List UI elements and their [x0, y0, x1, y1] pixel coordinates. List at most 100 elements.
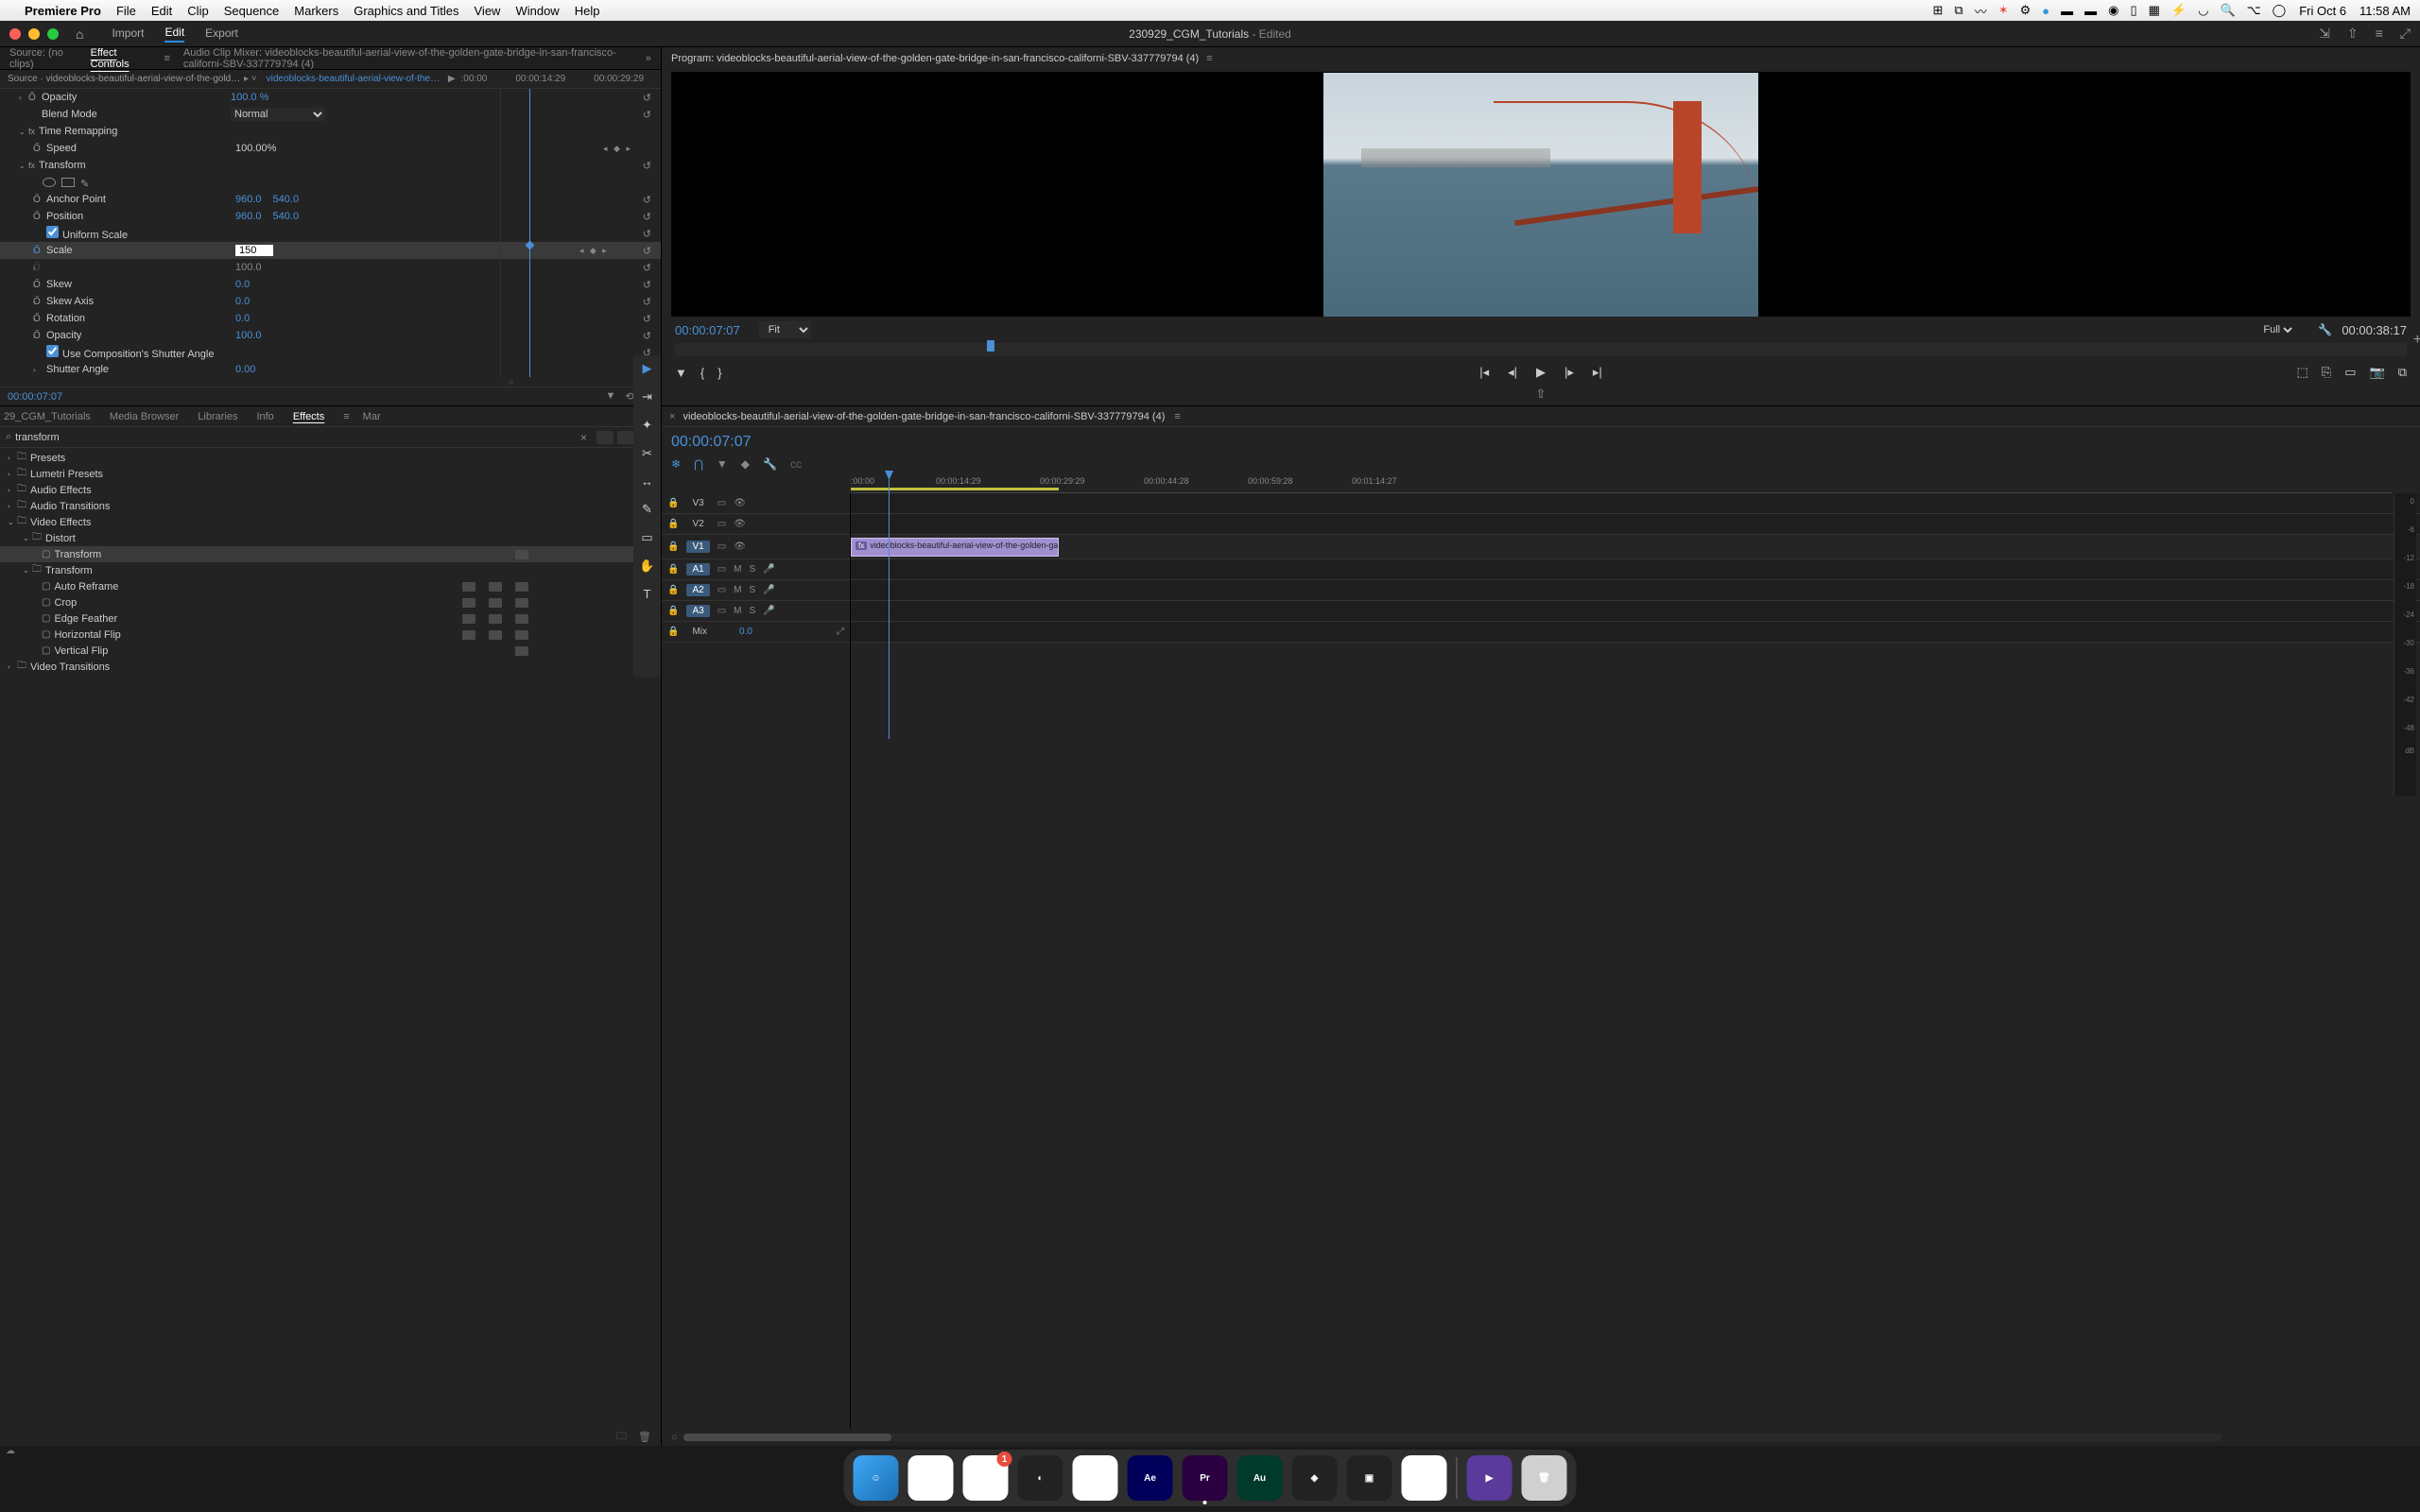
lock-icon[interactable]: 🔒 — [667, 585, 679, 595]
tab-libraries[interactable]: Libraries — [198, 411, 237, 422]
tree-distort[interactable]: Distort — [45, 533, 76, 544]
blend-mode-select[interactable]: Normal — [231, 108, 325, 121]
dock-slack[interactable]: ✳1 — [963, 1455, 1009, 1501]
voice-icon[interactable]: 🎤 — [763, 606, 774, 616]
menu-help[interactable]: Help — [575, 4, 600, 18]
share-icon[interactable]: ⇧ — [2347, 26, 2359, 42]
lift-icon[interactable]: ⬚ — [2297, 365, 2308, 380]
go-to-out-icon[interactable]: ▸| — [1593, 365, 1602, 380]
solo-icon[interactable]: S — [749, 564, 755, 575]
timeline-timecode[interactable]: 00:00:07:07 — [671, 434, 752, 451]
lock-icon[interactable]: 🔒 — [667, 541, 679, 552]
lock-icon[interactable]: 🔒 — [667, 498, 679, 508]
dock-premiere[interactable]: Pr — [1183, 1455, 1228, 1501]
tree-presets[interactable]: Presets — [30, 453, 65, 464]
resolution-select[interactable]: Full — [2259, 323, 2295, 336]
zoom-fit-select[interactable]: Fit — [759, 321, 811, 338]
skew-value[interactable]: 0.0 — [235, 279, 250, 290]
track-lane-v3[interactable] — [851, 493, 2420, 514]
expand-icon[interactable]: ⤢ — [837, 627, 844, 637]
fullscreen-icon[interactable]: ⤢ — [2400, 26, 2411, 42]
status-icon[interactable]: ▦ — [2149, 3, 2160, 18]
overflow-icon[interactable]: » — [646, 53, 651, 64]
timeline-playhead[interactable] — [889, 474, 890, 739]
lock-icon[interactable]: 🔒 — [667, 627, 679, 637]
track-lane-v2[interactable] — [851, 514, 2420, 535]
panel-menu-icon[interactable]: ≡ — [343, 411, 349, 422]
rotation-label[interactable]: Rotation — [46, 313, 235, 324]
extract-icon[interactable]: ⎘ — [2322, 365, 2331, 380]
tab-effect-controls[interactable]: Effect Controls — [91, 47, 145, 70]
position-x[interactable]: 960.0 — [235, 211, 262, 222]
razor-tool-icon[interactable]: ✂ — [642, 446, 652, 461]
ellipse-mask-icon[interactable] — [43, 178, 56, 187]
video-clip[interactable]: fxvideoblocks-beautiful-aerial-view-of-t… — [851, 538, 1059, 557]
settings-icon[interactable]: 🔧 — [2318, 323, 2332, 336]
status-icon[interactable]: ⚙ — [2020, 3, 2031, 18]
tab-source[interactable]: Source: (no clips) — [9, 47, 74, 70]
panel-menu-icon[interactable]: ≡ — [164, 53, 169, 64]
tab-effects[interactable]: Effects — [293, 411, 324, 422]
workspace-icon[interactable]: ≡ — [2376, 26, 2383, 42]
effect-auto-reframe[interactable]: Auto Reframe — [54, 581, 118, 593]
clear-search-icon[interactable]: × — [580, 431, 587, 444]
skew-axis-value[interactable]: 0.0 — [235, 296, 250, 307]
dock-chrome[interactable]: ◉ — [908, 1455, 954, 1501]
track-lane-a2[interactable] — [851, 580, 2420, 601]
track-lane-a3[interactable] — [851, 601, 2420, 622]
tab-project[interactable]: 29_CGM_Tutorials — [4, 411, 91, 422]
window-maximize-button[interactable] — [47, 28, 59, 40]
position-y[interactable]: 540.0 — [273, 211, 300, 222]
track-lane-v1[interactable]: fxvideoblocks-beautiful-aerial-view-of-t… — [851, 535, 2420, 559]
track-mix[interactable]: Mix — [686, 626, 713, 638]
step-back-icon[interactable]: ◂| — [1508, 365, 1517, 380]
status-icon[interactable]: ● — [2042, 4, 2049, 18]
status-icon[interactable]: ▬ — [2084, 4, 2097, 18]
dock-resolve[interactable]: ▣ — [1347, 1455, 1392, 1501]
comparison-icon[interactable]: ⧉ — [2398, 365, 2407, 380]
export-frame-icon[interactable]: ▭ — [2344, 365, 2356, 380]
menu-window[interactable]: Window — [515, 4, 559, 18]
time-remapping-label[interactable]: Time Remapping — [39, 126, 228, 137]
dock-audition[interactable]: Au — [1237, 1455, 1283, 1501]
menu-sequence[interactable]: Sequence — [224, 4, 280, 18]
skew-axis-label[interactable]: Skew Axis — [46, 296, 235, 307]
scrubber-handle[interactable] — [987, 340, 994, 352]
eye-icon[interactable]: 👁 — [734, 541, 746, 552]
anchor-point-label[interactable]: Anchor Point — [46, 194, 235, 205]
delete-icon[interactable]: 🗑 — [638, 1431, 651, 1443]
mute-icon[interactable]: M — [734, 606, 741, 616]
rect-mask-icon[interactable] — [61, 178, 75, 187]
toggle-output-icon[interactable]: ▭ — [717, 606, 726, 616]
effect-horizontal-flip[interactable]: Horizontal Flip — [54, 629, 120, 641]
panel-menu-icon[interactable]: ≡ — [1174, 411, 1180, 422]
tree-video-transitions[interactable]: Video Transitions — [30, 662, 110, 673]
new-bin-icon[interactable]: 🗀 — [616, 1428, 627, 1446]
play-icon[interactable]: ▶ — [448, 74, 456, 84]
filter-icon[interactable]: ▼ — [605, 390, 615, 403]
close-sequence-icon[interactable]: × — [669, 411, 675, 422]
tree-audio-effects[interactable]: Audio Effects — [30, 485, 92, 496]
tab-media-browser[interactable]: Media Browser — [110, 411, 179, 422]
marker-icon[interactable]: ▼ — [675, 366, 687, 380]
mute-icon[interactable]: M — [734, 564, 741, 575]
dock-finder[interactable]: ☺ — [854, 1455, 899, 1501]
app-name[interactable]: Premiere Pro — [25, 4, 101, 18]
program-timecode[interactable]: 00:00:07:07 — [675, 323, 740, 337]
program-scrubber[interactable] — [675, 343, 2407, 356]
track-v1[interactable]: V1 — [686, 541, 709, 553]
shutter-angle-value[interactable]: 0.00 — [235, 364, 255, 375]
track-select-tool-icon[interactable]: ⇥ — [642, 389, 652, 404]
dock-screenrec[interactable]: ▶ — [1467, 1455, 1512, 1501]
menu-view[interactable]: View — [475, 4, 501, 18]
status-icon[interactable]: ▯ — [2130, 3, 2136, 18]
scale-label[interactable]: Scale — [46, 245, 235, 256]
toggle-output-icon[interactable]: ▭ — [717, 519, 726, 529]
tab-edit[interactable]: Edit — [164, 26, 184, 43]
track-lane-a1[interactable] — [851, 559, 2420, 580]
accelerated-filter-icon[interactable] — [596, 431, 614, 444]
status-icon[interactable]: ◉ — [2108, 3, 2118, 18]
dock-figma[interactable]: ◈ — [1292, 1455, 1338, 1501]
menubar-time[interactable]: 11:58 AM — [2360, 4, 2411, 18]
caption-icon[interactable]: cc — [790, 457, 802, 474]
